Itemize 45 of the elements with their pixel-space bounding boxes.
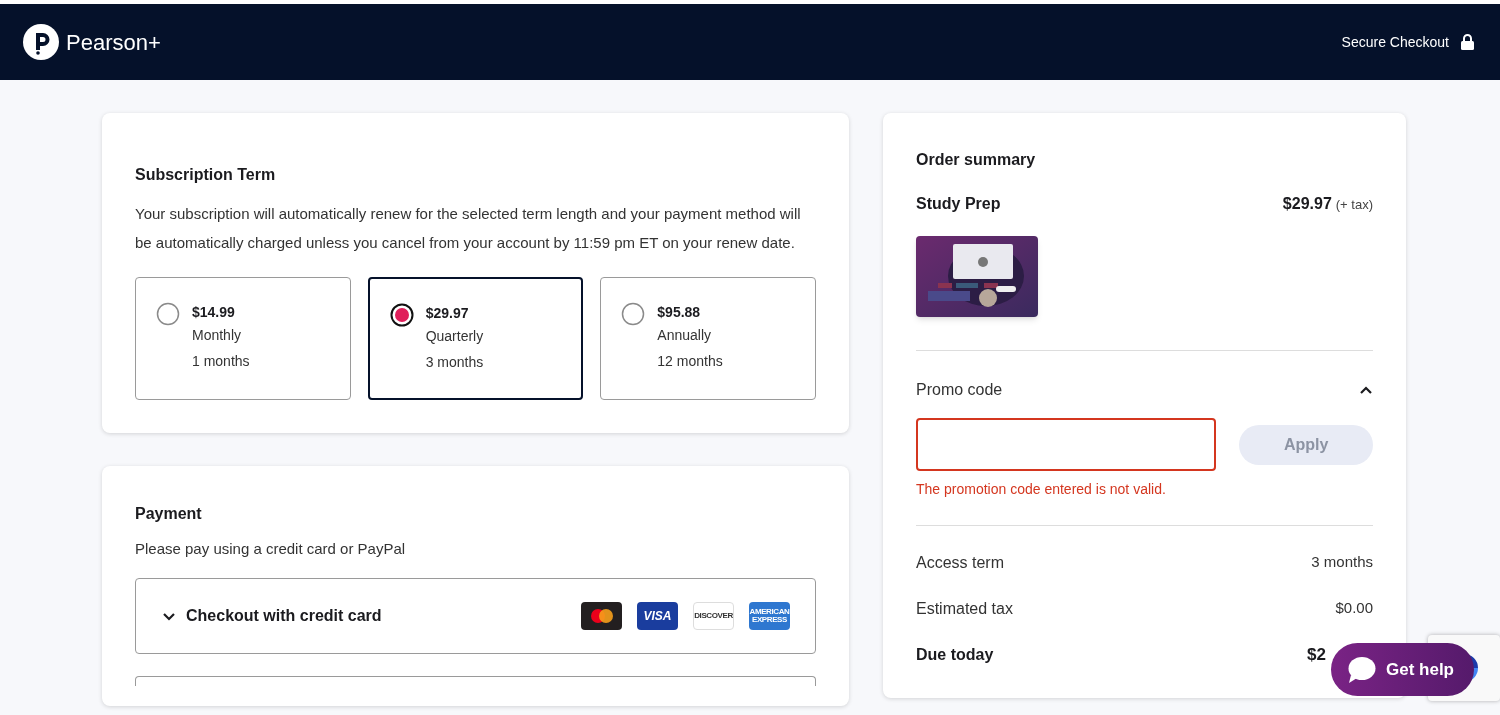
promo-code-field[interactable] [916,418,1217,471]
term-length: 3 months [425,353,484,372]
discover-logo: DISCOVER [693,601,734,630]
payment-instructions: Please pay using a credit card or PayPal [135,539,407,559]
term-name: Annually [657,326,713,345]
term-option[interactable]: $29.97 Quarterly 3 months [367,277,584,400]
summary-label: Access term [916,552,1004,573]
term-length: 1 months [192,352,250,371]
renewal-notice: Your subscription will automatically renew for the selected term length and your payment method will be automatically charged unless you cancel from your account by 11:59 pm ET on your renew date. [135,204,802,253]
tax-note: (+ tax) [1335,196,1373,214]
term-name: Quarterly [425,327,484,346]
order-summary-title: Order summary [916,150,1037,170]
radio-button[interactable] [156,302,180,326]
chat-bubble-icon [1347,655,1377,684]
credit-card-panel[interactable]: Checkout with credit card VISA DISCOVER AMERICAN EXPRESS [135,577,816,654]
visa-logo: VISA [637,601,678,630]
radio-button[interactable] [621,302,646,326]
get-help-button[interactable]: Get help [1331,643,1474,696]
term-option[interactable]: $95.88 Annually 12 months [600,277,816,400]
product-name: Study Prep [916,194,1001,214]
promo-error-message: The promotion code entered is not valid. [916,480,1167,499]
payment-option-panel[interactable] [135,675,816,686]
summary-value: $0.00 [1335,598,1373,619]
section-title: Payment [135,504,203,524]
section-title: Subscription Term [135,165,277,185]
term-option[interactable]: $14.99 Monthly 1 months [135,277,351,400]
promo-code-label: Promo code [916,380,1003,400]
summary-label: Estimated tax [916,598,1013,619]
amex-logo: AMERICAN EXPRESS [749,601,790,630]
radio-button[interactable] [389,303,414,327]
mastercard-logo-icon [581,601,622,630]
term-length: 12 months [657,352,723,371]
pearson-logo-icon [23,24,59,60]
term-price: $29.97 [425,304,470,323]
credit-card-label: Checkout with credit card [186,605,382,626]
term-price: $14.99 [192,303,236,322]
brand-name: Pearson+ [66,28,161,57]
summary-label: Due today [916,644,994,665]
product-price: $29.97 [1282,194,1332,214]
summary-value: $2 [1307,643,1326,666]
summary-value: 3 months [1311,552,1373,573]
lock-icon [1461,34,1474,50]
secure-checkout-label: Secure Checkout [1341,32,1449,52]
term-price: $95.88 [657,303,702,322]
term-name: Monthly [192,326,243,345]
